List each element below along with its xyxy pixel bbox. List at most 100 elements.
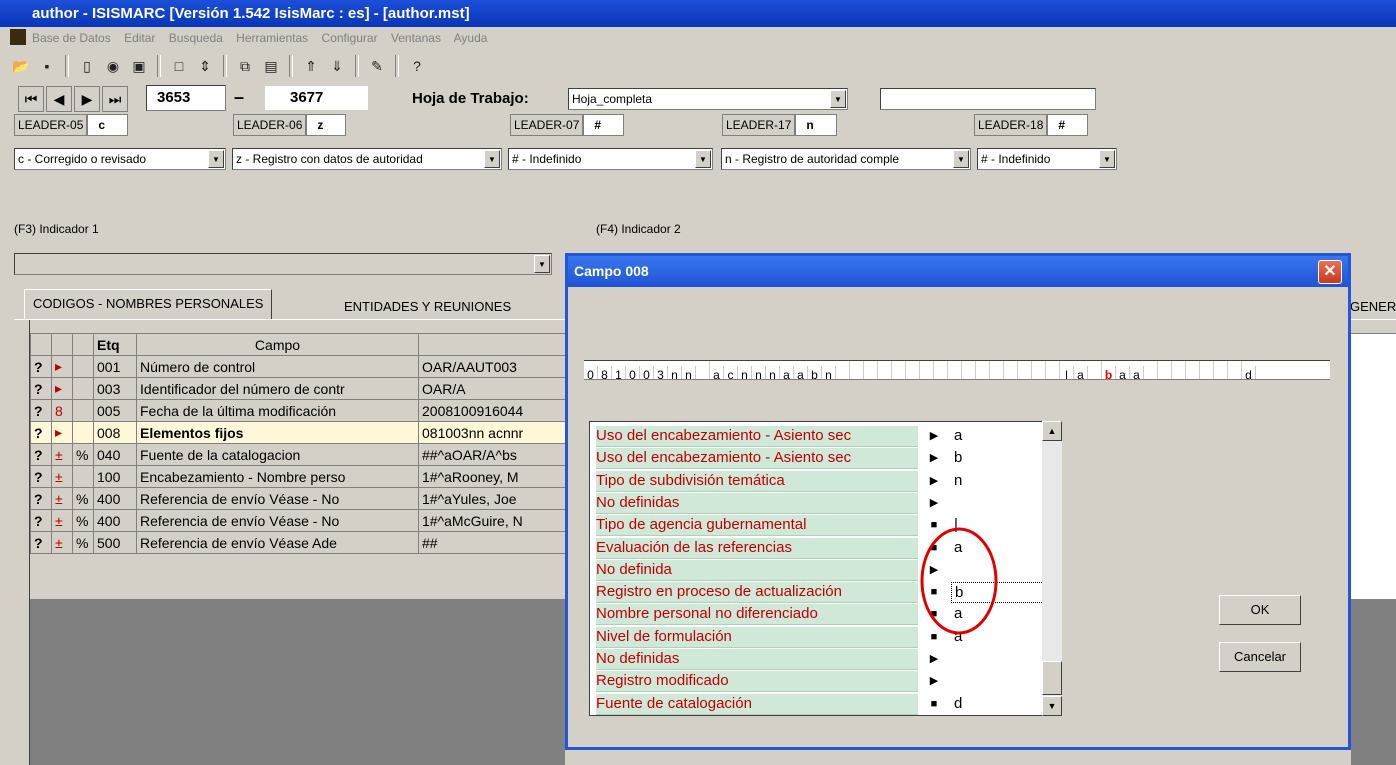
row-help-icon[interactable]: ? [30,443,52,466]
menu-item-editar[interactable]: Editar [124,31,155,45]
code-char-cell[interactable]: 1 [612,366,626,379]
row-help-icon[interactable]: ? [30,465,52,488]
arrow-right-icon[interactable]: ▶ [926,649,942,669]
code-char-cell[interactable] [696,361,710,379]
code-string[interactable]: 0 8 1 0 0 3 n n a c n n n a a b n | a b a a d [584,360,1330,380]
search-input[interactable] [880,88,1096,110]
scroll-thumb[interactable] [1042,661,1062,695]
record-number-input[interactable]: 3653 [146,85,226,111]
code-char-cell[interactable] [864,361,878,379]
code-char-cell[interactable] [990,361,1004,379]
row-field-value[interactable]: 1#^aRooney, M [418,465,566,488]
leader-06-select[interactable]: z - Registro con datos de autoridad ▼ [232,148,502,170]
code-char-cell[interactable] [1032,361,1046,379]
chevron-down-icon[interactable]: ▼ [1099,150,1115,168]
table-row[interactable]: ? 8 005 Fecha de la última modificación … [30,399,566,422]
row-field-value[interactable]: OAR/AAUT003 [418,355,566,378]
tab-codigos-nombres[interactable]: CODIGOS - NOMBRES PERSONALES [24,289,273,319]
menu-item-configurar[interactable]: Configurar [322,31,378,45]
code-char-cell[interactable]: n [822,366,836,379]
tab-entidades-reuniones[interactable]: ENTIDADES Y REUNIONES [336,293,519,323]
chevron-down-icon[interactable]: ▼ [208,150,224,168]
edit-icon[interactable]: ✎ [366,55,388,77]
code-char-cell[interactable] [892,361,906,379]
code-char-cell[interactable]: a [1074,366,1088,379]
menu-item-herramientas[interactable]: Herramientas [236,31,308,45]
frame-icon[interactable]: □ [168,55,190,77]
leader-17-value[interactable]: n [795,114,837,136]
code-char-cell[interactable]: d [1242,366,1256,379]
grid-header-campo[interactable]: Campo [136,333,419,356]
code-char-cell[interactable]: n [752,366,766,379]
code-char-cell[interactable] [948,361,962,379]
code-char-cell[interactable] [1046,361,1060,379]
leader-07-value[interactable]: # [583,114,625,136]
code-char-cell[interactable] [934,361,948,379]
row-field-value[interactable]: ## [418,531,566,554]
field-value[interactable]: d [951,693,1042,713]
next-record-icon[interactable]: ▶ [74,86,100,112]
row-help-icon[interactable]: ? [30,377,52,400]
table-row[interactable]: ? ± 100 Encabezamiento - Nombre perso 1#… [30,465,566,488]
chevron-down-icon[interactable]: ▼ [484,150,500,168]
field-value[interactable] [951,492,1042,512]
code-char-cell[interactable]: n [738,366,752,379]
table-row[interactable]: ? ± % 040 Fuente de la catalogacion ##^a… [30,443,566,466]
leader-05-value[interactable]: c [87,114,129,136]
copy-icon[interactable]: ⧉ [234,55,256,77]
row-field-value[interactable]: ##^aOAR/A^bs [418,443,566,466]
menu-item-busqueda[interactable]: Busqueda [169,31,223,45]
code-char-cell[interactable] [1004,361,1018,379]
code-char-cell[interactable] [976,361,990,379]
code-char-cell[interactable]: n [766,366,780,379]
code-char-cell[interactable] [1018,361,1032,379]
new-icon[interactable]: ▯ [76,55,98,77]
field-value[interactable]: n [951,470,1042,490]
tab-generales[interactable]: GENER [1350,293,1396,323]
down-icon[interactable]: ⇓ [326,55,348,77]
code-char-cell[interactable] [906,361,920,379]
code-char-cell[interactable] [1200,361,1214,379]
code-char-cell[interactable] [962,361,976,379]
code-char-cell[interactable] [878,361,892,379]
menu-item-base-datos[interactable]: Base de Datos [32,31,111,45]
code-char-cell[interactable]: a [710,366,724,379]
arrow-right-icon[interactable]: ▶ [926,448,942,468]
scroll-down-icon[interactable]: ▼ [1042,696,1062,716]
indicator-1-select[interactable]: ▼ [14,253,552,275]
code-char-cell[interactable] [1172,361,1186,379]
field-value[interactable]: a [951,426,1042,445]
close-icon[interactable]: ✕ [1318,260,1342,284]
code-char-cell[interactable] [1228,361,1242,379]
row-field-value[interactable]: OAR/A [418,377,566,400]
cancel-button[interactable]: Cancelar [1219,642,1301,672]
code-char-cell[interactable]: 3 [654,366,668,379]
arrow-right-icon[interactable]: ▶ [926,493,942,513]
table-row[interactable]: ? ± % 400 Referencia de envío Véase - No… [30,509,566,532]
code-char-cell[interactable] [1214,361,1228,379]
chevron-down-icon[interactable]: ▼ [534,255,550,273]
code-char-cell[interactable]: a [1116,366,1130,379]
row-help-icon[interactable]: ? [30,421,52,444]
grid-header-valor[interactable] [418,333,566,356]
code-char-cell[interactable]: b [1102,366,1116,379]
arrow-right-icon[interactable]: ▶ [926,471,942,491]
field-value[interactable] [951,671,1042,691]
arrow-right-icon[interactable]: ▶ [926,426,942,446]
chevron-down-icon[interactable]: ▼ [830,90,846,108]
grid-header-etq[interactable]: Etq [93,333,137,356]
table-row[interactable]: ? ▸ 003 Identificador del número de cont… [30,377,566,400]
code-char-cell[interactable]: n [668,366,682,379]
leader-05-select[interactable]: c - Corregido o revisado ▼ [14,148,226,170]
worksheet-select[interactable]: Hoja_completa ▼ [568,88,848,110]
code-char-cell[interactable]: n [682,366,696,379]
table-row[interactable]: ? ± % 400 Referencia de envío Véase - No… [30,487,566,510]
code-char-cell[interactable]: a [794,366,808,379]
code-char-cell[interactable] [836,361,850,379]
swap-icon[interactable]: ⇕ [194,55,216,77]
leader-18-select[interactable]: # - Indefinido ▼ [977,148,1117,170]
row-help-icon[interactable]: ? [30,487,52,510]
code-char-cell[interactable]: 0 [626,366,640,379]
leader-07-select[interactable]: # - Indefinido ▼ [508,148,713,170]
code-char-cell[interactable] [1088,361,1102,379]
